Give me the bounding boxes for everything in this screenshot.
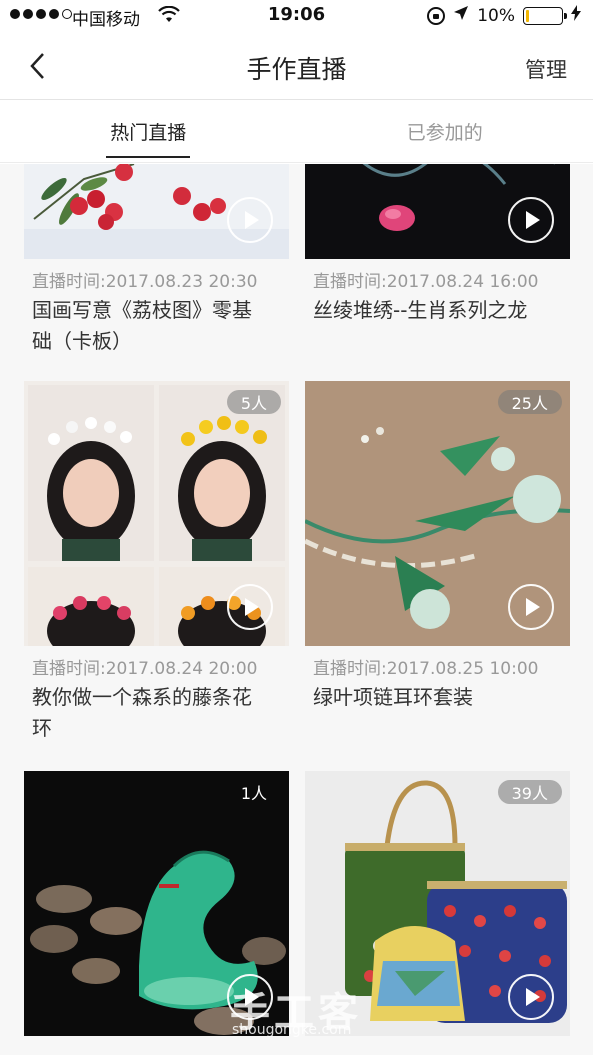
card-title: 国画写意《荔枝图》零基 础（卡板） bbox=[32, 298, 252, 353]
card-thumbnail[interactable]: 25人 bbox=[305, 381, 570, 646]
card-thumbnail[interactable]: 5人 bbox=[24, 381, 289, 646]
card-live-time bbox=[32, 1048, 282, 1055]
viewer-count-badge: 5人 bbox=[226, 390, 281, 414]
card-live-time: 直播时间:2017.08.25 10:00 bbox=[313, 659, 539, 679]
tab-bar: 热门直播 已参加的 bbox=[0, 101, 593, 163]
page-title: 手作直播 bbox=[246, 55, 347, 84]
card-live-time: 直播时间:2017.08.24 16:00 bbox=[313, 272, 539, 292]
manage-button[interactable]: 管理 bbox=[525, 54, 567, 84]
watermark-url: shougongke.com bbox=[232, 1022, 352, 1038]
play-button[interactable] bbox=[227, 584, 273, 630]
tab-joined[interactable]: 已参加的 bbox=[297, 101, 593, 162]
card-title: 绿叶项链耳环套装 bbox=[313, 685, 473, 709]
card-title: 教你做一个森系的藤条花环 bbox=[32, 685, 252, 740]
card-live-time: 直播时间:2017.08.24 20:00 bbox=[32, 659, 258, 679]
live-list[interactable]: 直播时间:2017.08.23 20:30 国画写意《荔枝图》零基 础（卡板） 直… bbox=[0, 164, 593, 1055]
rotation-lock-icon bbox=[427, 6, 446, 25]
play-button[interactable] bbox=[508, 584, 554, 630]
card-live-time: 直播时间:2017.08.23 20:30 bbox=[32, 272, 258, 292]
tab-hot-live[interactable]: 热门直播 bbox=[0, 101, 297, 162]
charging-bolt-icon bbox=[571, 5, 581, 26]
play-button[interactable] bbox=[508, 974, 554, 1020]
battery-percent: 10% bbox=[477, 5, 515, 26]
nav-bar: 手作直播 管理 bbox=[0, 32, 593, 100]
viewer-count-badge: 25人 bbox=[497, 390, 562, 414]
card-live-time bbox=[313, 1048, 563, 1055]
viewer-count-badge: 1人 bbox=[240, 784, 267, 803]
status-bar: 中国移动 19:06 10% bbox=[0, 0, 593, 32]
play-button[interactable] bbox=[227, 197, 273, 243]
viewer-count-badge: 39人 bbox=[497, 780, 562, 804]
card-thumbnail[interactable] bbox=[305, 164, 570, 259]
card-thumbnail[interactable] bbox=[24, 164, 289, 259]
play-button[interactable] bbox=[508, 197, 554, 243]
battery-icon bbox=[523, 6, 567, 25]
location-arrow-icon bbox=[453, 5, 469, 26]
card-title: 丝绫堆绣--生肖系列之龙 bbox=[313, 298, 528, 322]
